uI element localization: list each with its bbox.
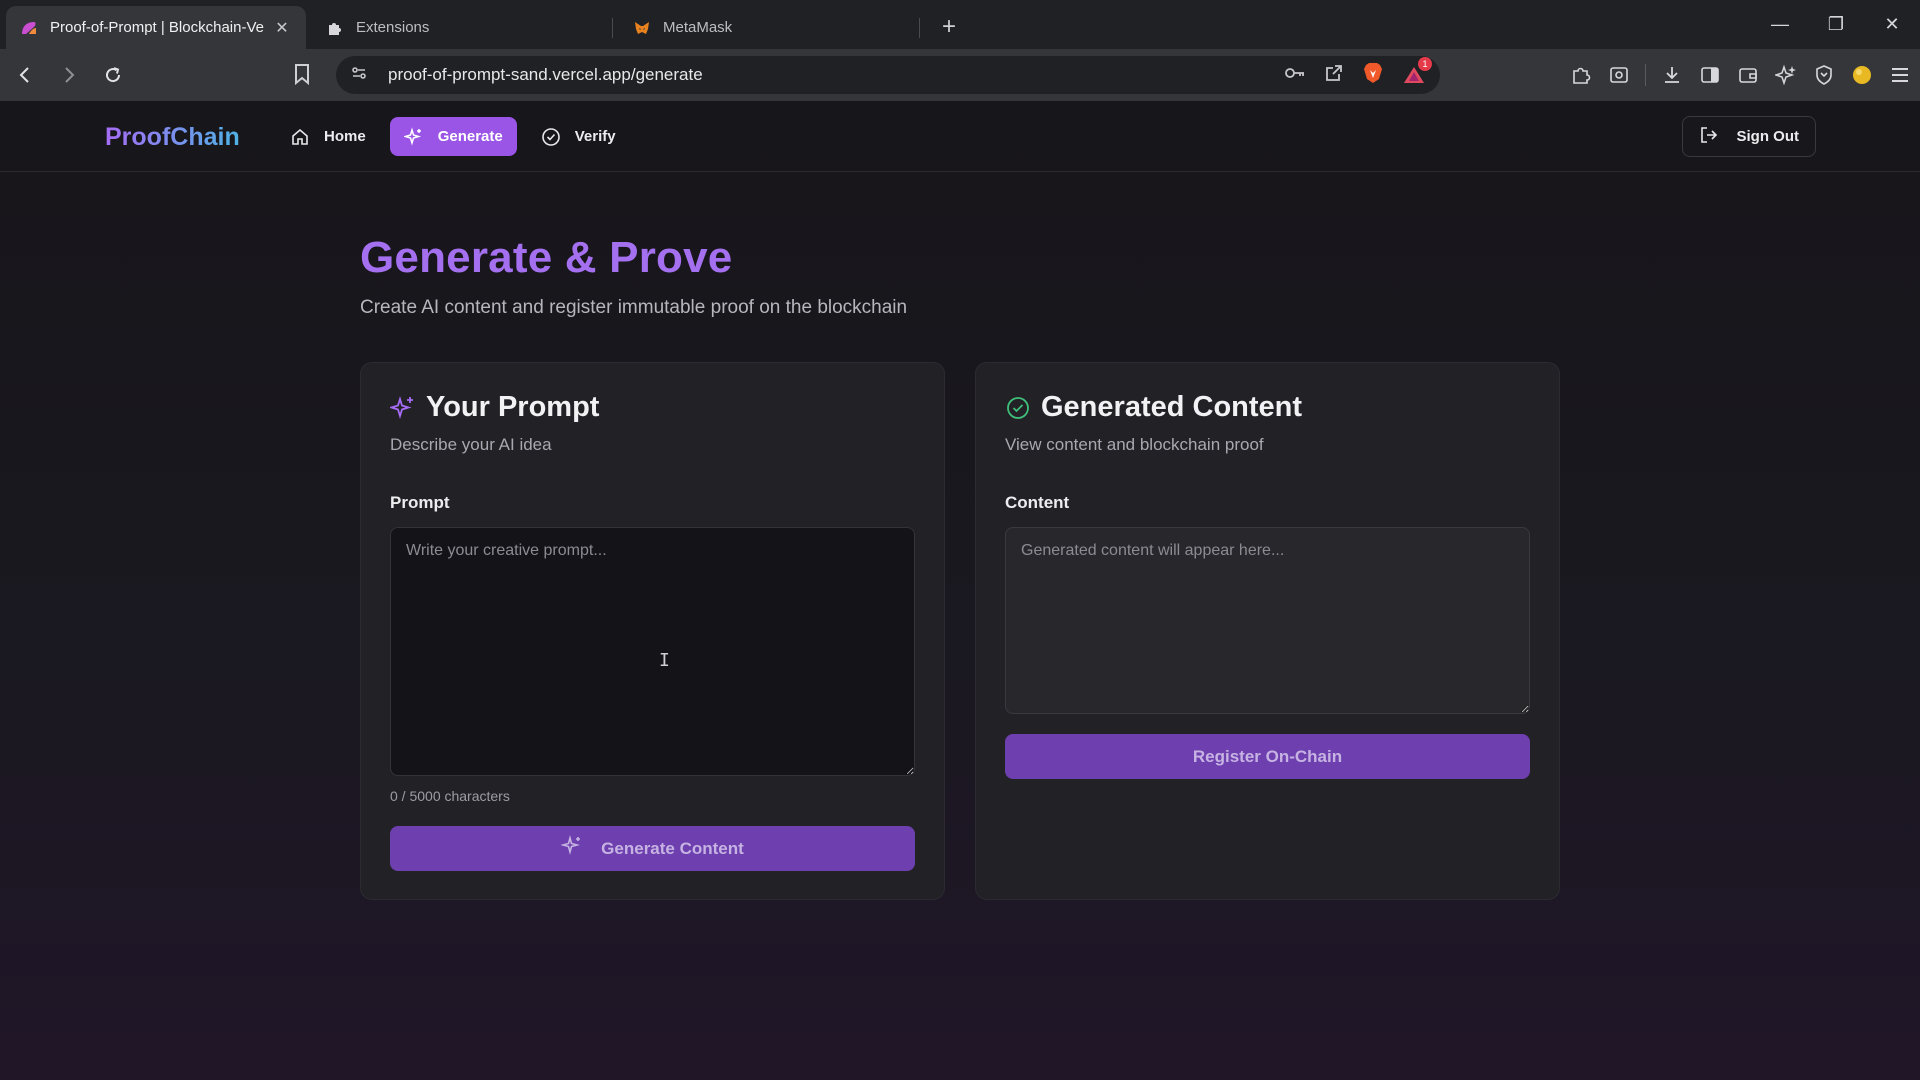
nav-home-label: Home xyxy=(324,128,366,145)
generate-content-button[interactable]: Generate Content xyxy=(390,826,915,871)
prompt-card: Your Prompt Describe your AI idea Prompt… xyxy=(360,362,945,900)
url-text[interactable]: proof-of-prompt-sand.vercel.app/generate xyxy=(388,65,703,85)
logout-icon xyxy=(1699,125,1719,149)
brand-logo[interactable]: ProofChain xyxy=(105,123,240,152)
profile-avatar-icon[interactable] xyxy=(1850,63,1874,87)
window-close-icon[interactable]: ✕ xyxy=(1864,0,1920,49)
notification-badge: 1 xyxy=(1418,57,1432,71)
generate-content-label: Generate Content xyxy=(601,838,744,858)
generated-content-card: Generated Content View content and block… xyxy=(975,362,1560,900)
window-controls: — ❐ ✕ xyxy=(1752,0,1920,49)
tab-title: MetaMask xyxy=(663,19,733,36)
page-title: Generate & Prove xyxy=(360,233,733,282)
nav-home[interactable]: Home xyxy=(276,117,380,156)
password-key-icon[interactable] xyxy=(1284,65,1306,86)
home-icon xyxy=(290,127,310,147)
menu-icon[interactable] xyxy=(1888,63,1912,87)
app-favicon-icon xyxy=(20,19,38,37)
address-bar[interactable]: proof-of-prompt-sand.vercel.app/generate… xyxy=(336,56,1440,94)
toolbar-divider xyxy=(1645,64,1646,86)
tab-separator xyxy=(919,17,920,38)
app-page: ProofChain Home Generate Verify Sign Out… xyxy=(0,101,1920,1080)
character-counter: 0 / 5000 characters xyxy=(390,788,510,804)
share-icon[interactable] xyxy=(1324,63,1344,88)
main-nav: Home Generate Verify xyxy=(276,117,630,156)
nav-verify-label: Verify xyxy=(574,128,616,145)
page-subtitle: Create AI content and register immutable… xyxy=(360,297,908,318)
wallet-icon[interactable] xyxy=(1736,63,1760,87)
screenshot-icon[interactable] xyxy=(1607,63,1631,87)
extensions-icon[interactable] xyxy=(1569,63,1593,87)
prompt-textarea[interactable] xyxy=(390,527,915,776)
bookmark-icon[interactable] xyxy=(292,62,312,91)
generated-card-header: Generated Content xyxy=(1005,391,1302,424)
vpn-shield-icon[interactable] xyxy=(1812,63,1836,87)
browser-tab-strip: Proof-of-Prompt | Blockchain-Ve ✕ Extens… xyxy=(0,0,1920,49)
app-navbar: ProofChain Home Generate Verify Sign Out xyxy=(0,101,1920,172)
prompt-card-header: Your Prompt xyxy=(390,391,599,424)
nav-generate[interactable]: Generate xyxy=(389,117,517,156)
prompt-card-title: Your Prompt xyxy=(426,391,600,423)
reload-button[interactable] xyxy=(94,56,132,94)
leo-ai-icon[interactable] xyxy=(1774,63,1798,87)
tab-proof-of-prompt[interactable]: Proof-of-Prompt | Blockchain-Ve ✕ xyxy=(6,6,306,49)
brave-rewards-icon[interactable]: 1 xyxy=(1402,57,1432,86)
prompt-label: Prompt xyxy=(390,493,450,512)
brave-shields-icon[interactable] xyxy=(1362,61,1384,90)
content-label: Content xyxy=(1005,493,1070,512)
sign-out-label: Sign Out xyxy=(1736,128,1800,145)
browser-toolbar: proof-of-prompt-sand.vercel.app/generate… xyxy=(0,49,1920,101)
generated-card-title: Generated Content xyxy=(1041,391,1303,423)
new-tab-button[interactable]: + xyxy=(932,10,966,44)
nav-verify[interactable]: Verify xyxy=(527,117,630,156)
minimize-icon[interactable]: — xyxy=(1752,0,1808,49)
metamask-fox-icon xyxy=(633,19,651,37)
close-tab-icon[interactable]: ✕ xyxy=(272,18,292,38)
forward-button[interactable] xyxy=(50,56,88,94)
site-settings-icon[interactable] xyxy=(350,64,370,87)
tab-separator xyxy=(612,17,613,38)
nav-generate-label: Generate xyxy=(437,128,503,145)
sign-out-button[interactable]: Sign Out xyxy=(1681,116,1816,157)
sparkles-icon xyxy=(390,395,416,421)
tab-title: Extensions xyxy=(356,19,430,36)
tab-metamask[interactable]: MetaMask xyxy=(619,6,919,49)
page-header: Generate & Prove Create AI content and r… xyxy=(360,233,907,319)
check-circle-icon xyxy=(1005,395,1031,421)
restore-icon[interactable]: ❐ xyxy=(1808,0,1864,49)
prompt-card-subtitle: Describe your AI idea xyxy=(390,435,552,454)
download-icon[interactable] xyxy=(1660,63,1684,87)
puzzle-icon xyxy=(326,19,344,37)
sparkles-icon xyxy=(560,834,583,862)
toolbar-right-icons xyxy=(1569,49,1912,101)
generated-card-subtitle: View content and blockchain proof xyxy=(1005,435,1264,454)
tab-extensions[interactable]: Extensions xyxy=(312,6,612,49)
tab-title: Proof-of-Prompt | Blockchain-Ve xyxy=(50,19,264,36)
back-button[interactable] xyxy=(6,56,44,94)
text-cursor-icon: I xyxy=(659,650,670,671)
content-textarea[interactable] xyxy=(1005,527,1530,714)
check-circle-icon xyxy=(541,127,561,147)
sparkles-icon xyxy=(403,126,424,147)
sidebar-icon[interactable] xyxy=(1698,63,1722,87)
register-on-chain-button[interactable]: Register On-Chain xyxy=(1005,734,1530,779)
